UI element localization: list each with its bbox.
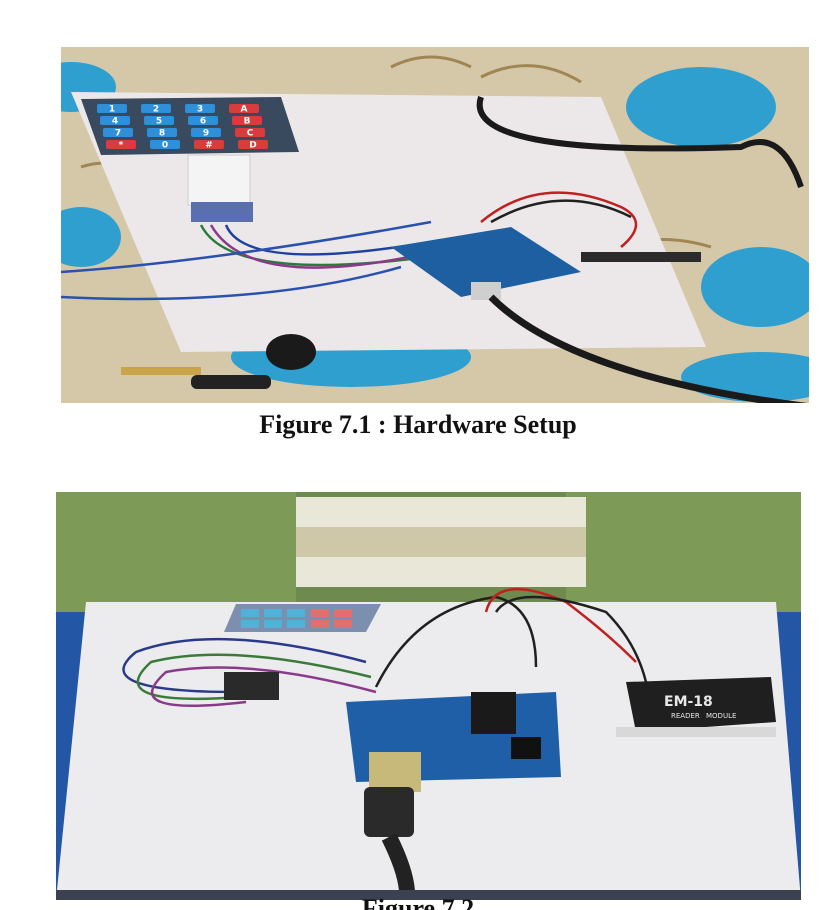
- keypad-key-label: B: [244, 117, 251, 127]
- keypad-key-label: 6: [200, 117, 206, 127]
- module-label-sub2: MODULE: [706, 712, 736, 720]
- keypad-key-label: C: [247, 129, 254, 139]
- figure-caption: Figure 7.1 : Hardware Setup: [259, 410, 577, 439]
- keypad-key-label: 2: [153, 105, 159, 115]
- module-label-main: EM-18: [664, 694, 713, 710]
- keypad-key-label: 5: [156, 117, 162, 127]
- module-label-sub1: READER: [671, 712, 700, 720]
- keypad-key-label: 3: [197, 105, 203, 115]
- em18-setup-photo: EM-18 READER MODULE: [56, 492, 801, 900]
- em18-setup-illustration: EM-18 READER MODULE: [56, 492, 801, 900]
- keypad-key-label: A: [241, 105, 248, 115]
- keypad-key-label: 4: [112, 117, 118, 127]
- hardware-setup-illustration: 1 2 3 A 4 5 6 B 7 8 9 C * 0 # D: [61, 47, 809, 403]
- keypad-key-label: 1: [109, 105, 115, 115]
- keypad-key-label: 7: [115, 129, 121, 139]
- keypad-key-label: 0: [162, 141, 168, 151]
- membrane-keypad: 1 2 3 A 4 5 6 B 7 8 9 C * 0 # D: [81, 97, 299, 155]
- keypad-key-label: #: [205, 141, 213, 151]
- figure-caption: Figure 7.2: [361, 894, 475, 910]
- keypad-key-label: 8: [159, 129, 165, 139]
- keypad-key-label: D: [249, 141, 256, 151]
- hardware-setup-photo: 1 2 3 A 4 5 6 B 7 8 9 C * 0 # D: [61, 47, 809, 403]
- keypad-key-label: *: [119, 141, 124, 151]
- keypad-key-label: 9: [203, 129, 209, 139]
